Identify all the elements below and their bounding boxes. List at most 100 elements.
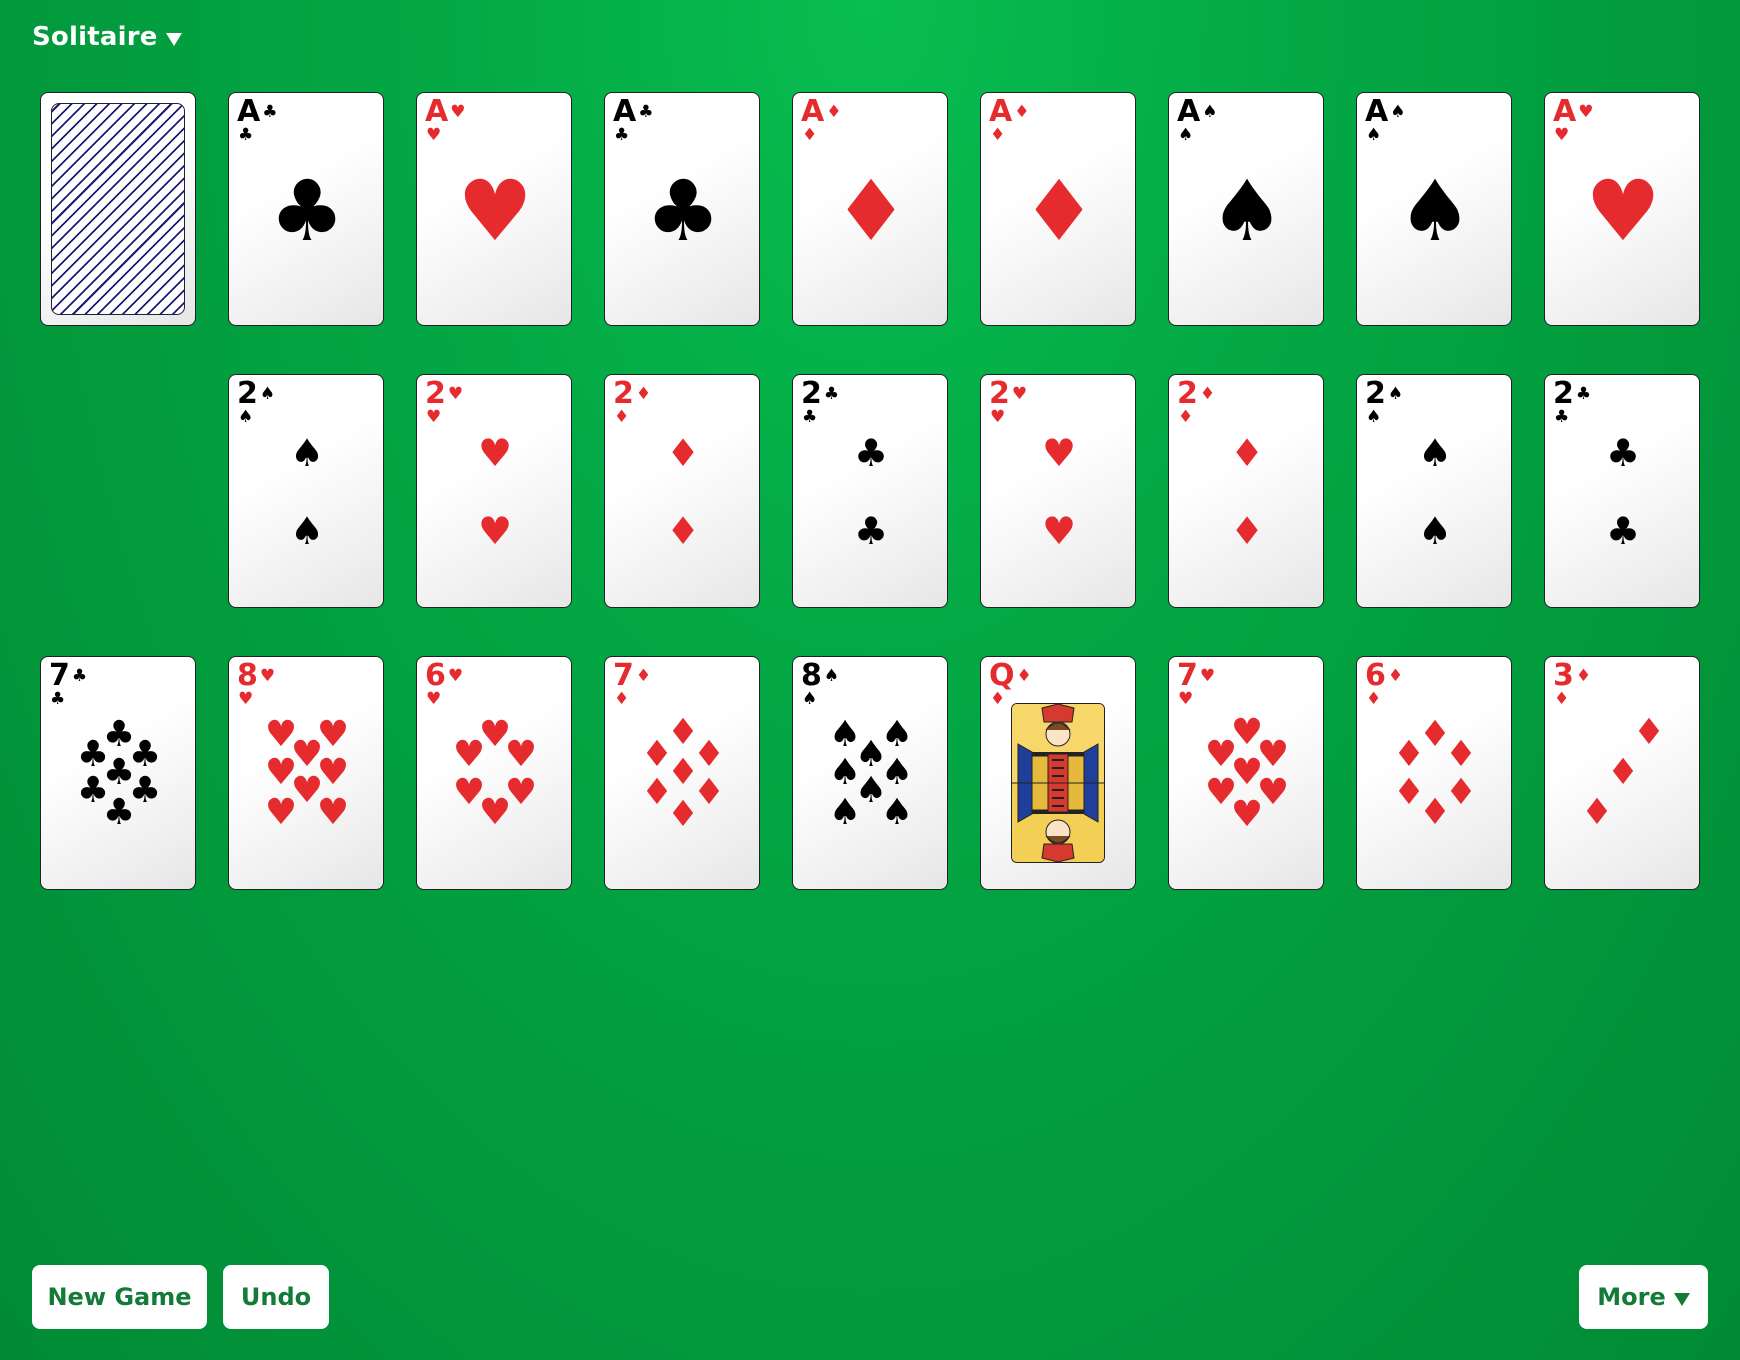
clubs-icon: ♣ — [262, 101, 278, 122]
diamonds-icon: ♦ — [1554, 689, 1570, 709]
card-slot[interactable]: 8 ♥ ♥ ♥ ♥ ♥ ♥ ♥ ♥ ♥ ♥ — [228, 656, 384, 890]
playing-card[interactable]: 2 ♠ ♠ ♠ ♠ — [1356, 374, 1512, 608]
stock-pile[interactable] — [40, 92, 196, 326]
clubs-icon: ♣ — [614, 125, 630, 145]
playing-card[interactable]: 8 ♥ ♥ ♥ ♥ ♥ ♥ ♥ ♥ ♥ ♥ — [228, 656, 384, 890]
card-corner-index: A ♥ ♥ — [1553, 97, 1593, 144]
spades-icon: ♠ — [1366, 407, 1382, 427]
playing-card[interactable]: A ♥ ♥ ♥ — [416, 92, 572, 326]
clubs-icon: ♣ — [1605, 431, 1641, 475]
card-rank: 6 — [425, 658, 446, 693]
card-back[interactable] — [40, 92, 196, 326]
card-slot[interactable]: 3 ♦ ♦ ♦ ♦ ♦ — [1544, 656, 1700, 890]
playing-card[interactable]: 7 ♦ ♦ ♦ ♦ ♦ ♦ ♦ ♦ ♦ — [604, 656, 760, 890]
card-slot[interactable]: A ♥ ♥ ♥ — [416, 92, 572, 326]
card-slot[interactable]: 2 ♠ ♠ ♠ ♠ — [228, 374, 384, 608]
hearts-icon: ♥ — [264, 792, 298, 833]
card-slot[interactable]: A ♠ ♠ ♠ — [1356, 92, 1512, 326]
diamonds-icon: ♦ — [1418, 792, 1452, 833]
card-corner-index: 2 ♠ ♠ — [237, 379, 275, 426]
playing-card[interactable]: A ♣ ♣ ♣ — [228, 92, 384, 326]
more-label: More — [1597, 1283, 1666, 1311]
playing-card[interactable]: 7 ♣ ♣ ♣ ♣ ♣ ♣ ♣ ♣ ♣ — [40, 656, 196, 890]
playing-card[interactable]: A ♦ ♦ ♦ — [980, 92, 1136, 326]
card-slot[interactable]: A ♥ ♥ ♥ — [1544, 92, 1700, 326]
card-corner-index: A ♦ ♦ — [801, 97, 841, 144]
card-index-row: A ♥ — [1553, 97, 1593, 127]
card-slot[interactable]: 7 ♣ ♣ ♣ ♣ ♣ ♣ ♣ ♣ ♣ — [40, 656, 196, 890]
diamonds-icon: ♦ — [614, 407, 630, 427]
card-rank: 8 — [801, 658, 822, 693]
more-button[interactable]: More — [1579, 1265, 1708, 1329]
playing-card[interactable]: 7 ♥ ♥ ♥ ♥ ♥ ♥ ♥ ♥ ♥ — [1168, 656, 1324, 890]
playing-card[interactable]: A ♠ ♠ ♠ — [1168, 92, 1324, 326]
card-index-row: A ♥ — [425, 97, 465, 127]
card-slot[interactable]: 7 ♥ ♥ ♥ ♥ ♥ ♥ ♥ ♥ ♥ — [1168, 656, 1324, 890]
spades-icon: ♠ — [1209, 162, 1285, 260]
playing-card[interactable]: 2 ♥ ♥ ♥ ♥ — [416, 374, 572, 608]
card-corner-index: 2 ♥ ♥ — [425, 379, 463, 426]
hearts-icon: ♥ — [1585, 162, 1661, 260]
diamonds-icon: ♦ — [1580, 792, 1614, 833]
card-slot[interactable]: 6 ♥ ♥ ♥ ♥ ♥ ♥ ♥ ♥ — [416, 656, 572, 890]
playing-card[interactable]: Q ♦ ♦ — [980, 656, 1136, 890]
card-slot[interactable]: 2 ♣ ♣ ♣ ♣ — [792, 374, 948, 608]
hearts-icon: ♥ — [1230, 794, 1264, 835]
playing-card[interactable]: 2 ♣ ♣ ♣ ♣ — [792, 374, 948, 608]
playing-card[interactable]: 6 ♥ ♥ ♥ ♥ ♥ ♥ ♥ ♥ — [416, 656, 572, 890]
card-slot[interactable]: A ♣ ♣ ♣ — [604, 92, 760, 326]
playing-card[interactable]: 2 ♦ ♦ ♦ ♦ — [604, 374, 760, 608]
card-corner-index: A ♠ ♠ — [1177, 97, 1217, 144]
diamonds-icon: ♦ — [1575, 665, 1592, 686]
playing-card[interactable]: A ♠ ♠ ♠ — [1356, 92, 1512, 326]
card-slot[interactable]: A ♦ ♦ ♦ — [980, 92, 1136, 326]
spades-icon: ♠ — [289, 431, 325, 475]
card-index-row: 7 ♥ — [1177, 661, 1215, 691]
card-slot[interactable]: 2 ♠ ♠ ♠ ♠ — [1356, 374, 1512, 608]
diamonds-icon: ♦ — [1632, 712, 1666, 753]
spades-icon: ♠ — [828, 792, 862, 833]
hearts-icon: ♥ — [990, 407, 1006, 427]
hearts-icon: ♥ — [1011, 383, 1028, 404]
playing-card[interactable]: 2 ♥ ♥ ♥ ♥ — [980, 374, 1136, 608]
card-slot[interactable]: Q ♦ ♦ — [980, 656, 1136, 890]
card-slot[interactable]: 6 ♦ ♦ ♦ ♦ ♦ ♦ ♦ ♦ — [1356, 656, 1512, 890]
undo-button[interactable]: Undo — [223, 1265, 329, 1329]
playing-card[interactable]: 3 ♦ ♦ ♦ ♦ ♦ — [1544, 656, 1700, 890]
card-slot[interactable]: 2 ♣ ♣ ♣ ♣ — [1544, 374, 1700, 608]
playing-card[interactable]: 8 ♠ ♠ ♠ ♠ ♠ ♠ ♠ ♠ ♠ ♠ — [792, 656, 948, 890]
card-slot[interactable]: A ♣ ♣ ♣ — [228, 92, 384, 326]
card-corner-index: 2 ♣ ♣ — [801, 379, 839, 426]
playing-card[interactable]: A ♦ ♦ ♦ — [792, 92, 948, 326]
card-slot[interactable]: 2 ♦ ♦ ♦ ♦ — [1168, 374, 1324, 608]
card-rank: 2 — [989, 376, 1010, 411]
playing-card[interactable]: A ♥ ♥ ♥ — [1544, 92, 1700, 326]
card-slot[interactable]: 7 ♦ ♦ ♦ ♦ ♦ ♦ ♦ ♦ ♦ — [604, 656, 760, 890]
diamonds-icon: ♦ — [1178, 407, 1194, 427]
diamonds-icon: ♦ — [833, 162, 909, 260]
playing-card[interactable]: A ♣ ♣ ♣ — [604, 92, 760, 326]
card-slot[interactable]: A ♦ ♦ ♦ — [792, 92, 948, 326]
diamonds-icon: ♦ — [1199, 383, 1216, 404]
card-corner-index: 7 ♥ ♥ — [1177, 661, 1215, 708]
diamonds-icon: ♦ — [635, 383, 652, 404]
game-menu-button[interactable]: Solitaire — [32, 22, 182, 52]
playing-card[interactable]: 6 ♦ ♦ ♦ ♦ ♦ ♦ ♦ ♦ — [1356, 656, 1512, 890]
card-slot[interactable]: 2 ♥ ♥ ♥ ♥ — [980, 374, 1136, 608]
card-slot[interactable]: 2 ♥ ♥ ♥ ♥ — [416, 374, 572, 608]
card-slot[interactable]: 2 ♦ ♦ ♦ ♦ — [604, 374, 760, 608]
clubs-icon: ♣ — [50, 689, 66, 709]
playing-card[interactable]: 2 ♣ ♣ ♣ ♣ — [1544, 374, 1700, 608]
diamonds-icon: ♦ — [1014, 101, 1030, 122]
playing-card[interactable]: 2 ♠ ♠ ♠ ♠ — [228, 374, 384, 608]
clubs-icon: ♣ — [1575, 383, 1592, 404]
new-game-button[interactable]: New Game — [32, 1265, 207, 1329]
card-index-row: 2 ♦ — [613, 379, 651, 409]
card-corner-index: 2 ♣ ♣ — [1553, 379, 1591, 426]
card-index-row: 2 ♠ — [237, 379, 275, 409]
card-slot[interactable]: A ♠ ♠ ♠ — [1168, 92, 1324, 326]
playing-card[interactable]: 2 ♦ ♦ ♦ ♦ — [1168, 374, 1324, 608]
card-rank: A — [1365, 94, 1388, 129]
card-slot[interactable]: 8 ♠ ♠ ♠ ♠ ♠ ♠ ♠ ♠ ♠ ♠ — [792, 656, 948, 890]
hearts-icon: ♥ — [259, 665, 276, 686]
